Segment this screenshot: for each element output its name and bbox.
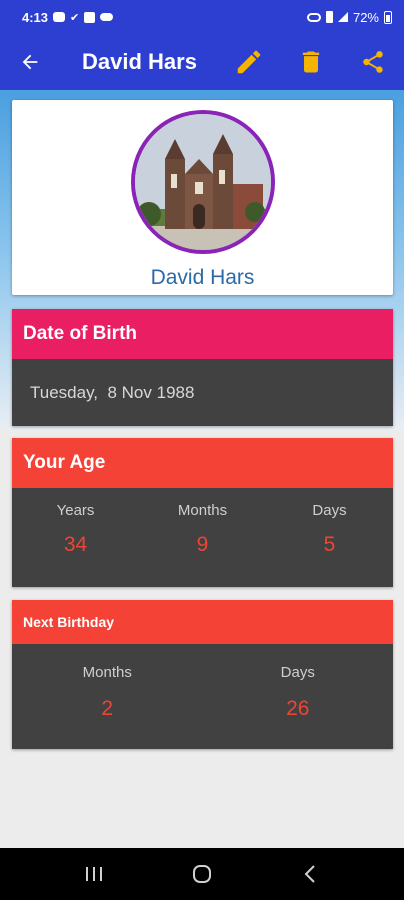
age-heading: Your Age <box>12 438 393 488</box>
gamepad-icon <box>306 12 321 22</box>
age-card: Your Age Years 34 Months 9 Days 5 <box>12 438 393 587</box>
phone-vibrate-icon <box>325 11 333 23</box>
next-birthday-heading: Next Birthday <box>12 600 393 644</box>
next-birthday-card: Next Birthday Months 2 Days 26 <box>12 600 393 749</box>
status-time: 4:13 <box>22 9 49 25</box>
age-years-label: Years <box>56 502 95 519</box>
recent-apps-button[interactable] <box>64 848 124 900</box>
back-button[interactable] <box>0 34 60 90</box>
age-days-label: Days <box>312 502 347 519</box>
next-birthday-days: Days 26 <box>203 644 394 749</box>
age-months-value: 9 <box>196 533 209 556</box>
pencil-icon <box>237 50 261 74</box>
age-years-value: 34 <box>63 533 88 556</box>
app-bar: David Hars <box>0 34 404 90</box>
back-icon <box>304 865 315 883</box>
battery-percent: 72% <box>352 9 379 25</box>
share-button[interactable] <box>342 34 404 90</box>
battery-icon <box>384 10 392 24</box>
age-body: Years 34 Months 9 Days 5 <box>12 488 393 587</box>
next-birthday-months-value: 2 <box>101 697 114 720</box>
home-button[interactable] <box>172 848 232 900</box>
youtube-icon <box>53 12 66 22</box>
edit-button[interactable] <box>218 34 280 90</box>
signal-icon <box>337 12 348 22</box>
age-months: Months 9 <box>139 488 266 587</box>
image-icon <box>84 11 96 23</box>
age-days-value: 5 <box>323 533 336 556</box>
date-of-birth-card: Date of Birth Tuesday, 8 Nov 1988 <box>12 309 393 426</box>
page-title: David Hars <box>82 49 197 74</box>
trash-icon <box>302 51 320 73</box>
delete-button[interactable] <box>280 34 342 90</box>
next-birthday-days-label: Days <box>280 664 315 681</box>
profile-card: David Hars <box>12 100 393 295</box>
next-birthday-months-label: Months <box>82 664 132 681</box>
missed-call-icon: ✔ <box>70 11 80 24</box>
status-left: 4:13 ✔ <box>22 9 114 25</box>
church-photo <box>135 114 271 250</box>
profile-name: David Hars <box>150 266 255 289</box>
age-days: Days 5 <box>266 488 393 587</box>
date-of-birth-value: Tuesday, 8 Nov 1988 <box>30 382 195 402</box>
next-birthday-months: Months 2 <box>12 644 203 749</box>
date-of-birth-body: Tuesday, 8 Nov 1988 <box>12 359 393 426</box>
age-months-label: Months <box>177 502 228 519</box>
home-icon <box>193 865 211 883</box>
status-right: 72% <box>306 9 392 25</box>
system-nav-bar <box>0 848 404 900</box>
recent-apps-icon <box>86 867 102 881</box>
avatar[interactable] <box>131 110 275 254</box>
share-icon <box>363 51 383 73</box>
date-of-birth-heading: Date of Birth <box>12 309 393 359</box>
next-birthday-days-value: 26 <box>286 697 310 720</box>
nav-back-button[interactable] <box>280 848 340 900</box>
next-birthday-body: Months 2 Days 26 <box>12 644 393 749</box>
back-arrow-icon <box>22 54 38 70</box>
cloud-icon <box>100 13 114 21</box>
status-bar: 4:13 ✔ 72% <box>0 0 404 34</box>
age-years: Years 34 <box>12 488 139 587</box>
